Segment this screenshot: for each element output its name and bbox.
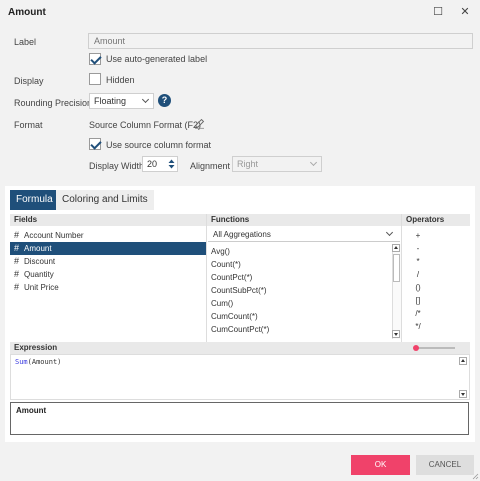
operator-item[interactable]: - (412, 242, 424, 255)
tab-formula[interactable]: Formula (10, 190, 59, 210)
auto-label-checkbox[interactable] (89, 53, 101, 65)
scroll-up-icon[interactable] (459, 357, 467, 365)
size-slider-track[interactable] (415, 347, 455, 349)
alignment-value: Right (237, 159, 259, 169)
rounding-select[interactable]: Floating (89, 93, 154, 109)
operator-item[interactable]: * (412, 255, 424, 268)
function-item[interactable]: CumCountPct(*) (211, 323, 269, 336)
function-item[interactable]: CountSubPct(*) (211, 284, 267, 297)
expression-function: Sum (15, 358, 28, 366)
source-format-checkbox[interactable] (89, 138, 101, 150)
field-row[interactable]: # Quantity (10, 268, 206, 281)
number-type-icon: # (14, 230, 20, 240)
fields-header: Fields (10, 214, 206, 226)
cancel-button[interactable]: CANCEL (416, 455, 474, 475)
number-type-icon: # (14, 243, 20, 253)
label-input[interactable] (88, 33, 473, 49)
scroll-up-icon[interactable] (392, 244, 400, 252)
expression-header: Expression (10, 342, 470, 354)
preview-title: Amount (16, 406, 47, 415)
scroll-down-icon[interactable] (392, 330, 400, 338)
number-type-icon: # (14, 269, 20, 279)
stepper-arrows-icon[interactable] (168, 159, 175, 169)
hidden-text: Hidden (106, 75, 135, 85)
preview-box: Amount (10, 402, 469, 435)
rounding-value: Floating (94, 96, 127, 106)
number-type-icon: # (14, 256, 20, 266)
alignment-select[interactable]: Right (232, 156, 322, 172)
close-icon[interactable]: ✕ (457, 4, 473, 20)
operator-item[interactable]: [] (412, 294, 424, 307)
divider (401, 214, 402, 342)
format-caption: Format (14, 120, 43, 130)
operators-header: Operators (402, 214, 470, 226)
function-item[interactable]: CumCount(*) (211, 310, 258, 323)
label-caption: Label (14, 37, 37, 47)
function-item[interactable]: Count(*) (211, 258, 241, 271)
function-item[interactable]: Cum() (211, 297, 233, 310)
functions-header: Functions (207, 214, 401, 226)
operator-item[interactable]: () (412, 281, 424, 294)
display-width-stepper[interactable]: 20 (142, 156, 178, 172)
help-icon[interactable]: ? (158, 94, 171, 107)
expression-text[interactable]: Sum(Amount) (15, 358, 61, 366)
number-type-icon: # (14, 282, 20, 292)
ok-button[interactable]: OK (351, 455, 410, 475)
field-row-selected[interactable]: # Amount (10, 242, 206, 255)
pencil-icon[interactable] (194, 118, 205, 129)
auto-label-text: Use auto-generated label (106, 54, 208, 64)
alignment-caption: Alignment (190, 161, 231, 171)
tab-coloring-limits[interactable]: Coloring and Limits (56, 190, 154, 210)
chevron-down-icon (141, 95, 150, 104)
expression-args: (Amount) (27, 358, 62, 366)
scroll-down-icon[interactable] (459, 390, 467, 398)
function-item[interactable]: CountPct(*) (211, 271, 252, 284)
chevron-down-icon (309, 158, 318, 167)
hidden-checkbox[interactable] (89, 73, 101, 85)
maximize-icon[interactable]: ☐ (430, 4, 446, 20)
operator-item[interactable]: + (412, 229, 424, 242)
size-slider-thumb[interactable] (413, 345, 419, 351)
dialog-title: Amount (8, 7, 46, 18)
expression-editor[interactable]: Sum(Amount) (10, 354, 470, 400)
resize-grip-icon[interactable] (471, 472, 479, 480)
display-width-caption: Display Width (89, 161, 145, 171)
operator-item[interactable]: /* */ (412, 307, 424, 331)
divider (206, 214, 207, 342)
operator-item[interactable]: / (412, 268, 424, 281)
scroll-thumb[interactable] (393, 254, 400, 282)
function-item[interactable]: Avg() (211, 245, 230, 258)
functions-filter-value: All Aggregations (213, 230, 271, 239)
functions-filter-select[interactable]: All Aggregations (208, 228, 400, 242)
display-width-value: 20 (147, 159, 158, 169)
source-format-text: Use source column format (106, 140, 212, 150)
field-row[interactable]: # Unit Price (10, 281, 206, 294)
chevron-down-icon (385, 228, 394, 237)
field-row[interactable]: # Discount (10, 255, 206, 268)
format-value: Source Column Format (F2) (89, 120, 202, 130)
rounding-caption: Rounding Precision (14, 98, 93, 108)
field-row[interactable]: # Account Number (10, 229, 206, 242)
display-caption: Display (14, 76, 44, 86)
